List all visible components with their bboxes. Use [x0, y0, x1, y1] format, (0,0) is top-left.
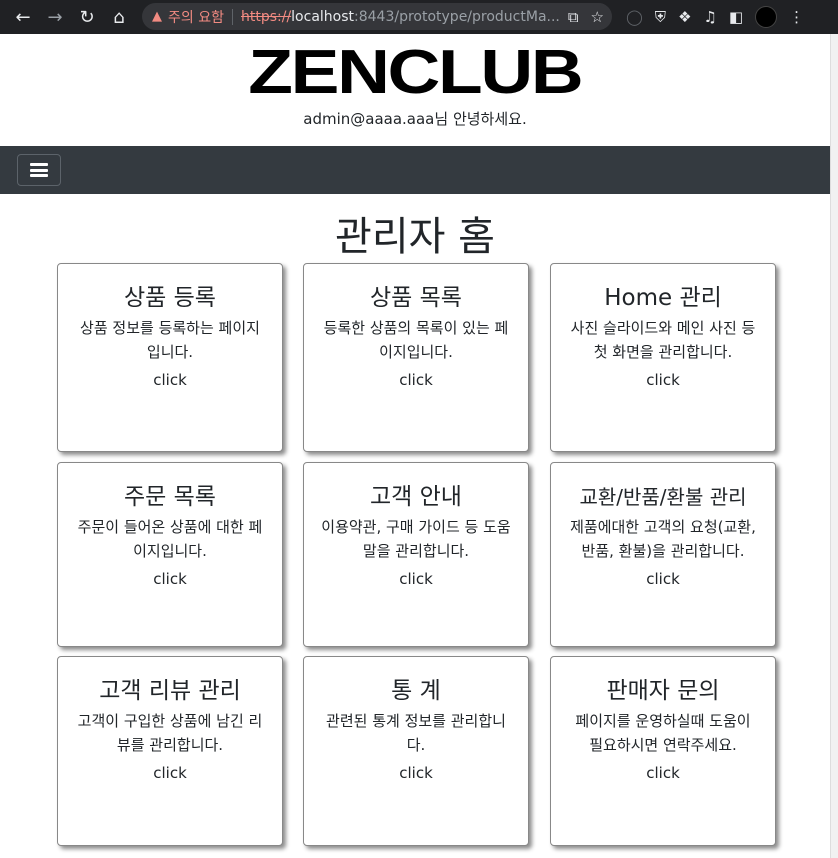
card-link[interactable]: click	[567, 368, 759, 392]
user-greeting: admin@aaaa.aaa님 안녕하세요.	[303, 110, 527, 128]
card-description: 주문이 들어온 상품에 대한 페이지입니다.	[77, 518, 263, 560]
card-product-list[interactable]: 상품 목록 등록한 상품의 목록이 있는 페이지입니다. click	[303, 263, 529, 452]
home-icon[interactable]: ⌂	[104, 2, 134, 32]
card-title: 통 계	[391, 678, 441, 704]
forward-icon[interactable]: →	[40, 2, 70, 32]
security-warning[interactable]: 주의 요함	[168, 7, 224, 27]
page-content: ZENCLUB admin@aaaa.aaa님 안녕하세요. 관리자 홈 상품 …	[0, 34, 830, 858]
card-link[interactable]: click	[320, 368, 512, 392]
card-title: 주문 목록	[124, 484, 216, 510]
warning-icon: ▲	[152, 9, 162, 24]
card-title: 판매자 문의	[606, 678, 720, 704]
back-icon[interactable]: ←	[8, 2, 38, 32]
card-link[interactable]: click	[74, 368, 266, 392]
card-link[interactable]: click	[320, 567, 512, 591]
card-seller-inquiry[interactable]: 판매자 문의 페이지를 운영하실때 도움이 필요하시면 연락주세요. click	[550, 656, 776, 846]
card-exchange-return-refund[interactable]: 교환/반품/환불 관리 제품에대한 고객의 요청(교환, 반품, 환불)을 관리…	[550, 462, 776, 647]
url-host: localhost	[291, 8, 355, 25]
card-title: Home 관리	[604, 285, 722, 311]
address-bar[interactable]: ▲ 주의 요함 https:// localhost :8443/prototy…	[142, 3, 612, 30]
card-customer-guide[interactable]: 고객 안내 이용약관, 구매 가이드 등 도움말을 관리합니다. click	[303, 462, 529, 647]
card-order-list[interactable]: 주문 목록 주문이 들어온 상품에 대한 페이지입니다. click	[57, 462, 283, 647]
card-description: 이용약관, 구매 가이드 등 도움말을 관리합니다.	[321, 518, 511, 560]
card-title: 상품 목록	[370, 285, 462, 311]
page-scrollbar[interactable]	[830, 34, 838, 858]
card-title: 상품 등록	[124, 285, 216, 311]
shield-icon[interactable]: ⛨	[655, 8, 666, 26]
card-link[interactable]: click	[74, 761, 266, 785]
bookmark-star-icon[interactable]: ☆	[591, 8, 604, 26]
top-navbar	[0, 146, 830, 194]
card-description: 페이지를 운영하실때 도움이 필요하시면 연락주세요.	[575, 712, 751, 754]
menu-dots-icon[interactable]: ⋮	[789, 8, 804, 26]
reload-icon[interactable]: ↻	[72, 2, 102, 32]
card-link[interactable]: click	[567, 761, 759, 785]
card-description: 제품에대한 고객의 요청(교환, 반품, 환불)을 관리합니다.	[570, 518, 756, 560]
url-path: :8443/prototype/productMa...	[354, 8, 560, 25]
card-title: 고객 안내	[370, 484, 462, 510]
profile-avatar[interactable]	[755, 6, 778, 28]
browser-toolbar: ← → ↻ ⌂ ▲ 주의 요함 https:// localhost :8443…	[0, 0, 838, 34]
divider	[231, 8, 233, 25]
share-icon[interactable]: ⧉	[568, 8, 579, 26]
extension-icon[interactable]: ◯	[626, 8, 643, 26]
puzzle-icon[interactable]: ❖	[678, 8, 691, 26]
hamburger-icon	[30, 163, 48, 177]
card-link[interactable]: click	[567, 567, 759, 591]
sidepanel-icon[interactable]: ◧	[729, 8, 743, 26]
card-title: 고객 리뷰 관리	[99, 678, 241, 704]
card-statistics[interactable]: 통 계 관련된 통계 정보를 관리합니다. click	[303, 656, 529, 846]
card-description: 사진 슬라이드와 메인 사진 등 첫 화면을 관리합니다.	[570, 319, 756, 361]
url-scheme: https://	[240, 8, 292, 25]
menu-toggle-button[interactable]	[17, 154, 61, 186]
site-logo[interactable]: ZENCLUB	[0, 42, 838, 104]
card-review-manage[interactable]: 고객 리뷰 관리 고객이 구입한 상품에 남긴 리뷰를 관리합니다. click	[57, 656, 283, 846]
media-queue-icon[interactable]: ♫	[704, 8, 717, 26]
card-link[interactable]: click	[74, 567, 266, 591]
card-home-manage[interactable]: Home 관리 사진 슬라이드와 메인 사진 등 첫 화면을 관리합니다. cl…	[550, 263, 776, 452]
page-title: 관리자 홈	[335, 214, 495, 260]
card-title: 교환/반품/환불 관리	[579, 485, 747, 509]
card-product-register[interactable]: 상품 등록 상품 정보를 등록하는 페이지입니다. click	[57, 263, 283, 452]
card-description: 관련된 통계 정보를 관리합니다.	[326, 712, 506, 754]
extensions-area: ◯ ⛨ ❖ ♫ ◧ ⋮	[626, 4, 804, 30]
card-link[interactable]: click	[320, 761, 512, 785]
card-description: 상품 정보를 등록하는 페이지입니다.	[80, 319, 260, 361]
card-description: 등록한 상품의 목록이 있는 페이지입니다.	[323, 319, 509, 361]
card-description: 고객이 구입한 상품에 남긴 리뷰를 관리합니다.	[77, 712, 263, 754]
